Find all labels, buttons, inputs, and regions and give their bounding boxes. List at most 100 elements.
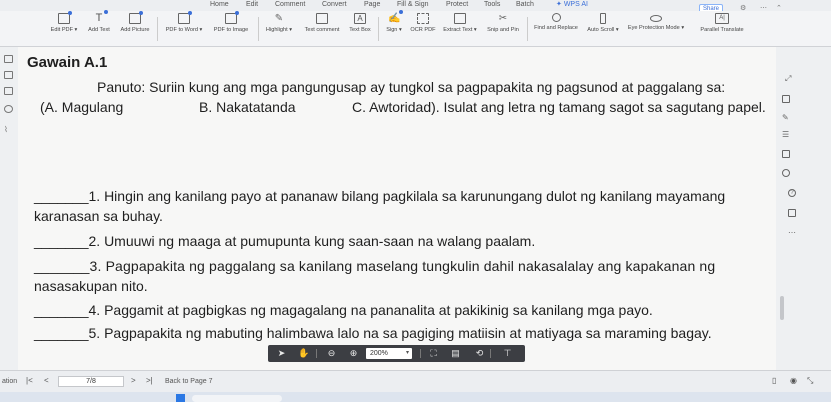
menu-tab-home[interactable]: Home (210, 0, 229, 9)
menu-tab-edit[interactable]: Edit (246, 0, 258, 9)
menu-bar: Home Edit Comment Convert Page Fill & Si… (0, 0, 831, 14)
parallel-translate-label: Parallel Translate (700, 27, 744, 33)
previous-page-icon[interactable]: < (44, 376, 49, 385)
find-replace-label: Find and Replace (534, 25, 578, 31)
eye-icon (650, 15, 662, 22)
add-text-button[interactable]: T Add Text (84, 10, 114, 45)
edit-pdf-button[interactable]: Edit PDF ▾ (49, 11, 79, 45)
text-box-button[interactable]: A Text Box (346, 13, 374, 45)
text-comment-label: Text comment (304, 27, 340, 33)
tag-icon[interactable] (4, 105, 13, 113)
page-layout-icon[interactable]: ▤ (450, 348, 461, 359)
document-info-icon[interactable] (782, 150, 790, 158)
zoom-level-select[interactable]: 200% ▾ (366, 348, 412, 359)
ribbon-separator (378, 17, 379, 41)
ribbon-separator (258, 17, 259, 41)
help-icon[interactable]: ? (788, 189, 796, 197)
menu-tab-convert[interactable]: Convert (322, 0, 347, 9)
vertical-scrollbar-thumb[interactable] (780, 296, 784, 320)
zoom-level-value: 200% (370, 350, 388, 357)
first-page-icon[interactable]: |< (26, 376, 33, 385)
left-sidebar: ⌇ (0, 47, 18, 370)
translate-side-icon[interactable] (788, 209, 796, 217)
menu-tab-page[interactable]: Page (364, 0, 380, 9)
expand-icon[interactable]: ⤢ (785, 75, 793, 83)
page-number-input[interactable]: 7/8 (58, 376, 124, 387)
fullscreen-icon[interactable]: ⤡ (807, 376, 813, 386)
find-replace-icon (551, 13, 561, 22)
pdf-to-image-button[interactable]: PDF to Image (208, 11, 254, 45)
choice-b: B. Nakatatanda (199, 99, 296, 115)
reading-mode-icon[interactable]: ▯ (772, 376, 776, 385)
menu-tab-fill-sign[interactable]: Fill & Sign (397, 0, 429, 9)
wps-pdf-window: Home Edit Comment Convert Page Fill & Si… (0, 0, 831, 402)
pin-toolbar-icon[interactable]: ⊤ (502, 348, 513, 359)
item-1-line-1: _______1. Hingin ang kanilang payo at pa… (34, 188, 726, 204)
item-5: _______5. Pagpapakita ng mabuting halimb… (34, 325, 712, 341)
instruction-text: : Suriin kung ang mga pangungusap ay tun… (141, 79, 726, 95)
parallel-translate-button[interactable]: A| Parallel Translate (697, 13, 747, 45)
properties-icon[interactable] (782, 95, 790, 103)
pen-icon[interactable]: ✎ (782, 114, 790, 122)
ocr-pdf-button[interactable]: OCR PDF (409, 13, 437, 45)
comment-panel-icon[interactable] (4, 87, 13, 95)
edit-pdf-label: Edit PDF ▾ (50, 27, 78, 33)
pdf-to-image-icon (225, 11, 239, 24)
highlight-icon: ✎ (274, 13, 284, 24)
thumbnail-icon[interactable] (4, 71, 13, 79)
search-icon[interactable] (782, 169, 790, 177)
menu-tab-wps-ai-label: WPS AI (563, 1, 588, 8)
taskbar-search-input[interactable] (192, 395, 282, 402)
extract-text-label: Extract Text ▾ (443, 27, 477, 33)
sign-button[interactable]: ✍ Sign ▾ (381, 10, 407, 45)
add-text-label: Add Text (88, 27, 110, 33)
item-3-line-1: _______3. Pagpapakita ng paggalang sa ka… (34, 258, 716, 274)
navigation-label: ation (2, 378, 18, 385)
status-bar: ation |< < 7/8 > >| Back to Page 7 ▯ ◉ ⤡ (0, 370, 831, 392)
extract-text-icon (454, 13, 466, 24)
menu-tab-protect[interactable]: Protect (446, 0, 468, 9)
text-box-label: Text Box (349, 27, 371, 33)
find-replace-button[interactable]: Find and Replace (530, 13, 582, 45)
fit-page-icon[interactable]: ⛶ (428, 348, 439, 359)
filter-icon[interactable]: ☰ (782, 131, 790, 139)
menu-tab-comment[interactable]: Comment (275, 0, 305, 9)
menu-tab-batch[interactable]: Batch (516, 0, 534, 9)
zoom-in-icon[interactable]: ⊕ (348, 348, 359, 359)
menu-tab-wps-ai[interactable]: ✦ WPS AI (556, 0, 588, 9)
auto-scroll-button[interactable]: Auto Scroll ▾ (584, 13, 622, 45)
start-icon[interactable] (176, 394, 185, 402)
pdf-to-word-icon (178, 11, 192, 24)
text-comment-icon (316, 13, 328, 24)
back-to-page-link[interactable]: Back to Page 7 (165, 378, 212, 385)
attachment-icon[interactable]: ⌇ (4, 126, 13, 134)
next-page-icon[interactable]: > (131, 376, 136, 385)
extract-text-button[interactable]: Extract Text ▾ (439, 13, 481, 45)
text-comment-button[interactable]: Text comment (300, 13, 344, 45)
sign-icon: ✍ (388, 10, 403, 24)
zoom-out-icon[interactable]: ⊖ (326, 348, 337, 359)
hand-tool-icon[interactable]: ✋ (298, 348, 309, 359)
menu-tab-tools[interactable]: Tools (484, 0, 500, 9)
highlight-button[interactable]: ✎ Highlight ▾ (261, 13, 297, 45)
last-page-icon[interactable]: >| (146, 376, 153, 385)
ribbon-separator (527, 17, 528, 41)
ai-sparkle-icon: ✦ (556, 1, 564, 8)
ocr-icon (417, 13, 429, 24)
select-tool-icon[interactable]: ➤ (276, 348, 287, 359)
instruction-lead: Panuto (97, 79, 142, 95)
eye-protection-button[interactable]: Eye Protection Mode ▾ (624, 13, 688, 45)
snip-and-pin-button[interactable]: ✂ Snip and Pin (483, 13, 523, 45)
bookmark-icon[interactable] (4, 55, 13, 63)
add-picture-button[interactable]: Add Picture (117, 11, 153, 45)
snip-icon: ✂ (498, 13, 508, 24)
eye-status-icon[interactable]: ◉ (790, 376, 797, 385)
more-tools-icon[interactable]: ⋯ (788, 229, 796, 237)
snip-and-pin-label: Snip and Pin (487, 27, 519, 33)
rotate-icon[interactable]: ⟲ (474, 348, 485, 359)
auto-scroll-icon (600, 13, 606, 24)
view-toolbar: ➤ ✋ ⊖ ⊕ 200% ▾ ⛶ ▤ ⟲ ⊤ (268, 345, 525, 362)
item-3-line-2: nasasakupan nito. (34, 278, 148, 294)
translate-icon: A| (715, 13, 729, 24)
pdf-to-word-button[interactable]: PDF to Word ▾ (161, 11, 207, 45)
